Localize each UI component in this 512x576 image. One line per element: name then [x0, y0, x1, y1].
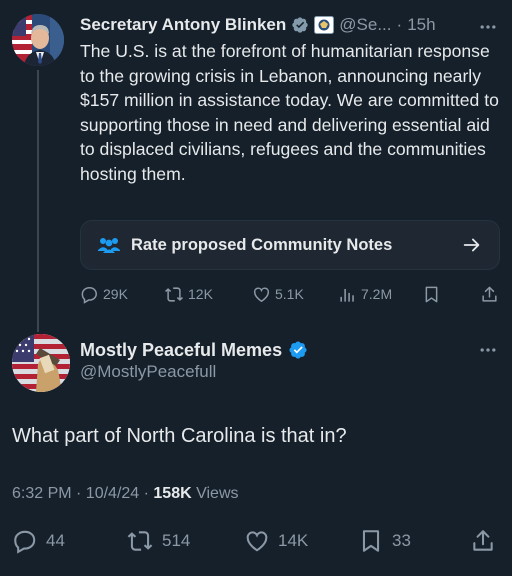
reply-author-name[interactable]: Mostly Peaceful Memes: [80, 340, 282, 361]
bookmark-count: 33: [392, 531, 411, 550]
separator-dot: ·: [396, 15, 403, 34]
like-button[interactable]: 14K: [244, 526, 308, 556]
repost-icon: [126, 528, 154, 554]
like-count: 5.1K: [275, 286, 304, 302]
author-name[interactable]: Secretary Antony Blinken: [80, 15, 286, 35]
bookmark-icon: [422, 285, 441, 304]
reply-button[interactable]: 44: [12, 526, 65, 556]
bookmark-icon: [358, 528, 384, 554]
reply-icon: [80, 285, 99, 304]
reply-text: What part of North Carolina is that in?: [12, 425, 347, 447]
tweet-actions: 29K 12K 5.1K 7.2M: [80, 283, 500, 305]
community-notes-button[interactable]: Rate proposed Community Notes: [80, 220, 500, 270]
parent-tweet[interactable]: Secretary Antony Blinken @Se... · 15h Th…: [0, 0, 512, 332]
repost-count: 514: [162, 531, 191, 550]
reply-meta: 6:32 PM · 10/4/24 · 158K Views: [12, 485, 239, 503]
community-notes-label: Rate proposed Community Notes: [131, 235, 393, 254]
verified-badge-icon: [288, 340, 308, 360]
verified-badge-icon: [291, 16, 309, 34]
repost-button[interactable]: 12K: [164, 283, 213, 305]
like-count: 14K: [278, 531, 309, 550]
share-icon: [480, 285, 499, 304]
reply-count: 44: [46, 531, 65, 550]
more-icon[interactable]: [478, 340, 498, 360]
arrow-right-icon: [461, 234, 483, 256]
reply-actions: 44 514 14K 33: [0, 526, 512, 556]
reply-icon: [12, 528, 38, 554]
more-icon[interactable]: [478, 17, 498, 37]
share-button[interactable]: [470, 526, 496, 556]
like-icon: [252, 285, 271, 304]
reply-timestamp[interactable]: 6:32 PM · 10/4/24 ·: [12, 485, 153, 502]
reply-button[interactable]: 29K: [80, 283, 128, 305]
tweet-text: The U.S. is at the forefront of humanita…: [80, 41, 499, 184]
views-icon: [338, 285, 357, 304]
like-icon: [244, 528, 270, 554]
reply-author-handle[interactable]: @MostlyPeacefull: [80, 362, 216, 382]
repost-count: 12K: [188, 286, 213, 302]
views-button[interactable]: 7.2M: [338, 283, 392, 305]
bookmark-button[interactable]: [422, 283, 441, 305]
reply-views-label: Views: [191, 485, 239, 502]
avatar[interactable]: [12, 334, 70, 392]
government-flag-icon: [314, 16, 335, 34]
avatar[interactable]: [12, 14, 64, 66]
share-button[interactable]: [480, 283, 499, 305]
views-count: 7.2M: [361, 286, 393, 302]
tweet-time[interactable]: 15h: [407, 15, 435, 35]
tweet-header: Secretary Antony Blinken @Se... · 15h: [80, 12, 498, 38]
reply-header: Mostly Peaceful Memes: [80, 338, 308, 362]
share-icon: [470, 528, 496, 554]
repost-icon: [164, 285, 184, 304]
community-notes-icon: [97, 235, 121, 255]
reply-count: 29K: [103, 286, 128, 302]
repost-button[interactable]: 514: [126, 526, 190, 556]
author-handle[interactable]: @Se...: [339, 15, 391, 35]
reply-views-count: 158K: [153, 485, 192, 502]
thread-line: [37, 70, 39, 332]
bookmark-button[interactable]: 33: [358, 526, 411, 556]
like-button[interactable]: 5.1K: [252, 283, 304, 305]
